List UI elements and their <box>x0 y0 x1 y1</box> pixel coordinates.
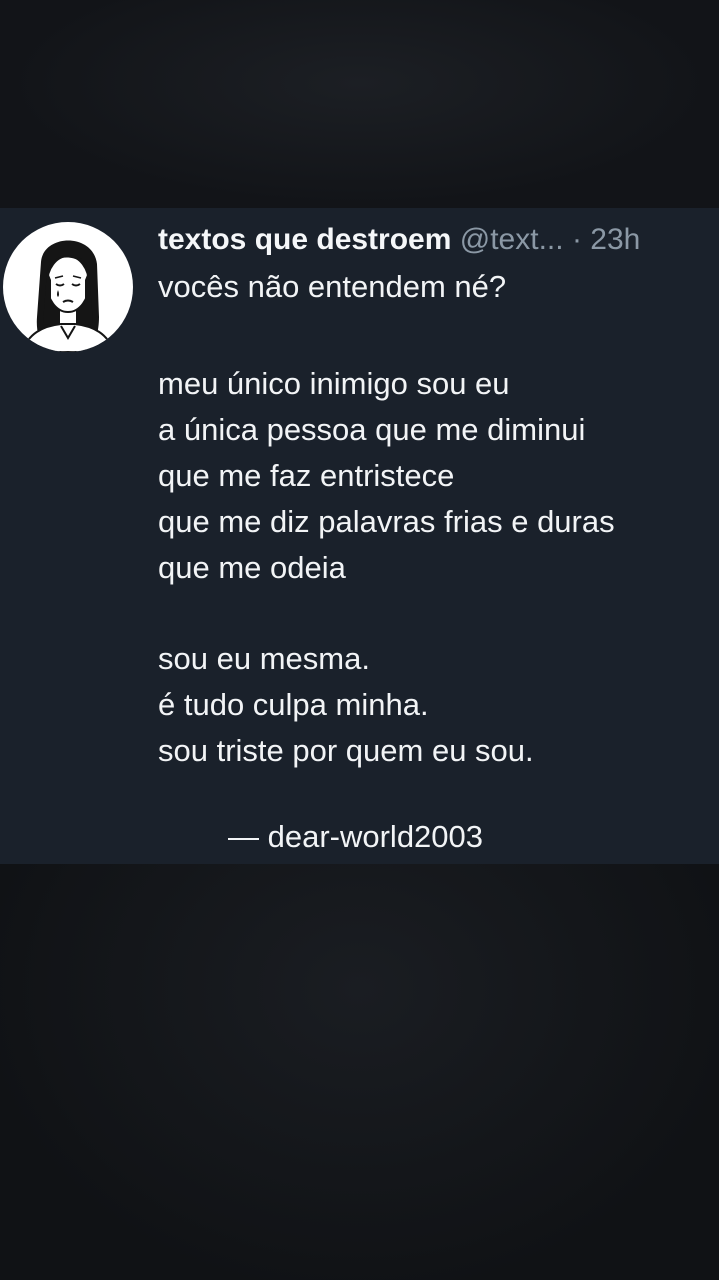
tweet-line: que me faz entristece <box>158 458 455 493</box>
tweet-line: meu único inimigo sou eu <box>158 366 510 401</box>
tweet-signature: — dear-world2003 <box>228 819 484 854</box>
tweet-timestamp[interactable]: 23h <box>590 223 640 256</box>
tweet-line: é tudo culpa minha. <box>158 687 429 722</box>
author-name[interactable]: textos que destroem <box>158 223 451 256</box>
tweet-line: que me odeia <box>158 550 346 585</box>
tweet-line: a única pessoa que me diminui <box>158 412 586 447</box>
tweet-line: que me diz palavras frias e duras <box>158 504 615 539</box>
tweet-paragraph-3: sou eu mesma. é tudo culpa minha. sou tr… <box>158 636 714 774</box>
sad-girl-illustration-icon <box>21 240 115 352</box>
author-handle[interactable]: @text... <box>460 223 564 256</box>
tweet-card[interactable]: textos que destroem @text... · 23h vocês… <box>0 208 719 864</box>
tweet-line: sou triste por quem eu sou. <box>158 733 534 768</box>
tweet-line: vocês não entendem né? <box>158 269 507 304</box>
header-separator: · <box>571 223 582 256</box>
tweet-header: textos que destroem @text... · 23h <box>158 220 714 260</box>
author-avatar[interactable] <box>3 222 133 352</box>
blurred-background-top <box>0 0 719 208</box>
screenshot-page: textos que destroem @text... · 23h vocês… <box>0 0 719 1280</box>
tweet-line: sou eu mesma. <box>158 641 370 676</box>
tweet-paragraph-2: meu único inimigo sou eu a única pessoa … <box>158 361 714 591</box>
blurred-background-bottom <box>0 864 719 1280</box>
tweet-paragraph-1: vocês não entendem né? <box>158 264 714 310</box>
